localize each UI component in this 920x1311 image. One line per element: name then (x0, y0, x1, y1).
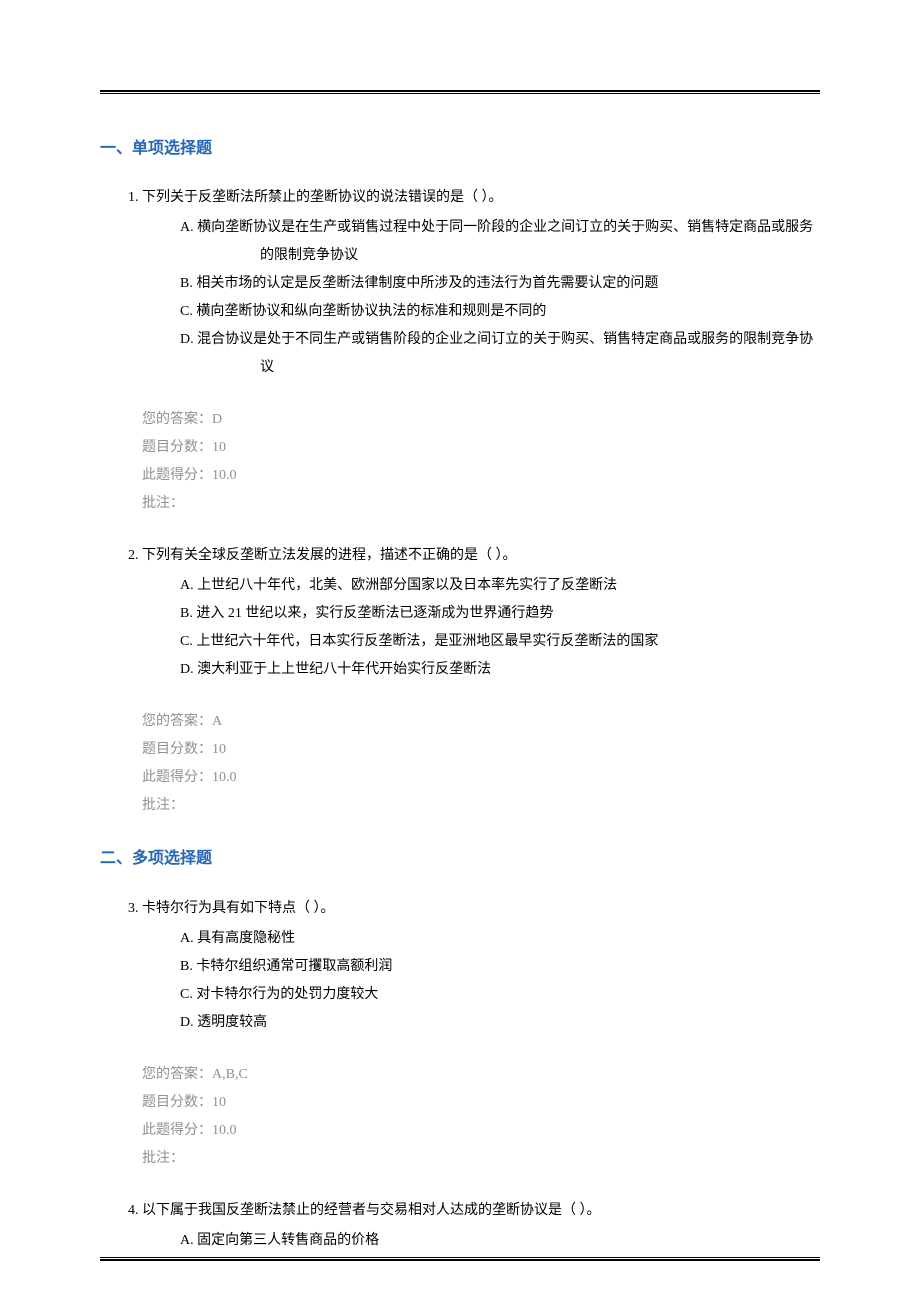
question-number: 1. (128, 184, 139, 212)
option-c: C. 横向垄断协议和纵向垄断协议执法的标准和规则是不同的 (100, 298, 820, 326)
option-a: A. 固定向第三人转售商品的价格 (100, 1227, 820, 1255)
question-number: 4. (128, 1197, 139, 1225)
question-body: 卡特尔行为具有如下特点（ ）。 (142, 901, 335, 916)
option-a: A. 横向垄断协议是在生产或销售过程中处于同一阶段的企业之间订立的关于购买、销售… (180, 214, 820, 270)
top-divider (100, 90, 820, 94)
question-1: 1. 下列关于反垄断法所禁止的垄断协议的说法错误的是（ ）。 A. 横向垄断协议… (100, 184, 820, 518)
question-number: 2. (128, 542, 139, 570)
bottom-divider (100, 1257, 820, 1261)
question-3: 3. 卡特尔行为具有如下特点（ ）。 A. 具有高度隐秘性 B. 卡特尔组织通常… (100, 895, 820, 1173)
score-got: 此题得分：10.0 (142, 764, 820, 792)
question-body: 以下属于我国反垄断法禁止的经营者与交易相对人达成的垄断协议是（ ）。 (142, 1203, 601, 1218)
question-body: 下列有关全球反垄断立法发展的进程，描述不正确的是（ ）。 (142, 548, 517, 563)
remark: 批注： (142, 1145, 820, 1173)
your-answer: 您的答案：D (142, 406, 820, 434)
option-d: D. 透明度较高 (100, 1009, 820, 1037)
question-text: 3. 卡特尔行为具有如下特点（ ）。 (100, 895, 820, 923)
your-answer: 您的答案：A (142, 708, 820, 736)
option-b: B. 卡特尔组织通常可攫取高额利润 (100, 953, 820, 981)
answer-block: 您的答案：D 题目分数：10 此题得分：10.0 批注： (100, 406, 820, 518)
question-body: 下列关于反垄断法所禁止的垄断协议的说法错误的是（ ）。 (142, 190, 503, 205)
question-number: 3. (128, 895, 139, 923)
score-total: 题目分数：10 (142, 736, 820, 764)
score-got: 此题得分：10.0 (142, 1117, 820, 1145)
option-d: D. 混合协议是处于不同生产或销售阶段的企业之间订立的关于购买、销售特定商品或服… (180, 326, 820, 382)
option-b: B. 进入 21 世纪以来，实行反垄断法已逐渐成为世界通行趋势 (100, 600, 820, 628)
section-text: 多项选择题 (132, 850, 212, 867)
score-total: 题目分数：10 (142, 434, 820, 462)
score-total: 题目分数：10 (142, 1089, 820, 1117)
score-got: 此题得分：10.0 (142, 462, 820, 490)
option-c: C. 上世纪六十年代，日本实行反垄断法，是亚洲地区最早实行反垄断法的国家 (100, 628, 820, 656)
section-title-1: 一、单项选择题 (100, 134, 820, 164)
question-4: 4. 以下属于我国反垄断法禁止的经营者与交易相对人达成的垄断协议是（ ）。 A.… (100, 1197, 820, 1255)
remark: 批注： (142, 490, 820, 518)
question-2: 2. 下列有关全球反垄断立法发展的进程，描述不正确的是（ ）。 A. 上世纪八十… (100, 542, 820, 820)
answer-block: 您的答案：A,B,C 题目分数：10 此题得分：10.0 批注： (100, 1061, 820, 1173)
answer-block: 您的答案：A 题目分数：10 此题得分：10.0 批注： (100, 708, 820, 820)
option-b: B. 相关市场的认定是反垄断法律制度中所涉及的违法行为首先需要认定的问题 (100, 270, 820, 298)
option-a: A. 上世纪八十年代，北美、欧洲部分国家以及日本率先实行了反垄断法 (100, 572, 820, 600)
section-num: 二、 (100, 850, 132, 867)
option-c: C. 对卡特尔行为的处罚力度较大 (100, 981, 820, 1009)
remark: 批注： (142, 792, 820, 820)
section-num: 一、 (100, 140, 132, 157)
question-text: 4. 以下属于我国反垄断法禁止的经营者与交易相对人达成的垄断协议是（ ）。 (100, 1197, 820, 1225)
question-text: 1. 下列关于反垄断法所禁止的垄断协议的说法错误的是（ ）。 (100, 184, 820, 212)
option-a: A. 具有高度隐秘性 (100, 925, 820, 953)
your-answer: 您的答案：A,B,C (142, 1061, 820, 1089)
question-text: 2. 下列有关全球反垄断立法发展的进程，描述不正确的是（ ）。 (100, 542, 820, 570)
section-title-2: 二、多项选择题 (100, 844, 820, 874)
section-text: 单项选择题 (132, 140, 212, 157)
option-d: D. 澳大利亚于上上世纪八十年代开始实行反垄断法 (100, 656, 820, 684)
